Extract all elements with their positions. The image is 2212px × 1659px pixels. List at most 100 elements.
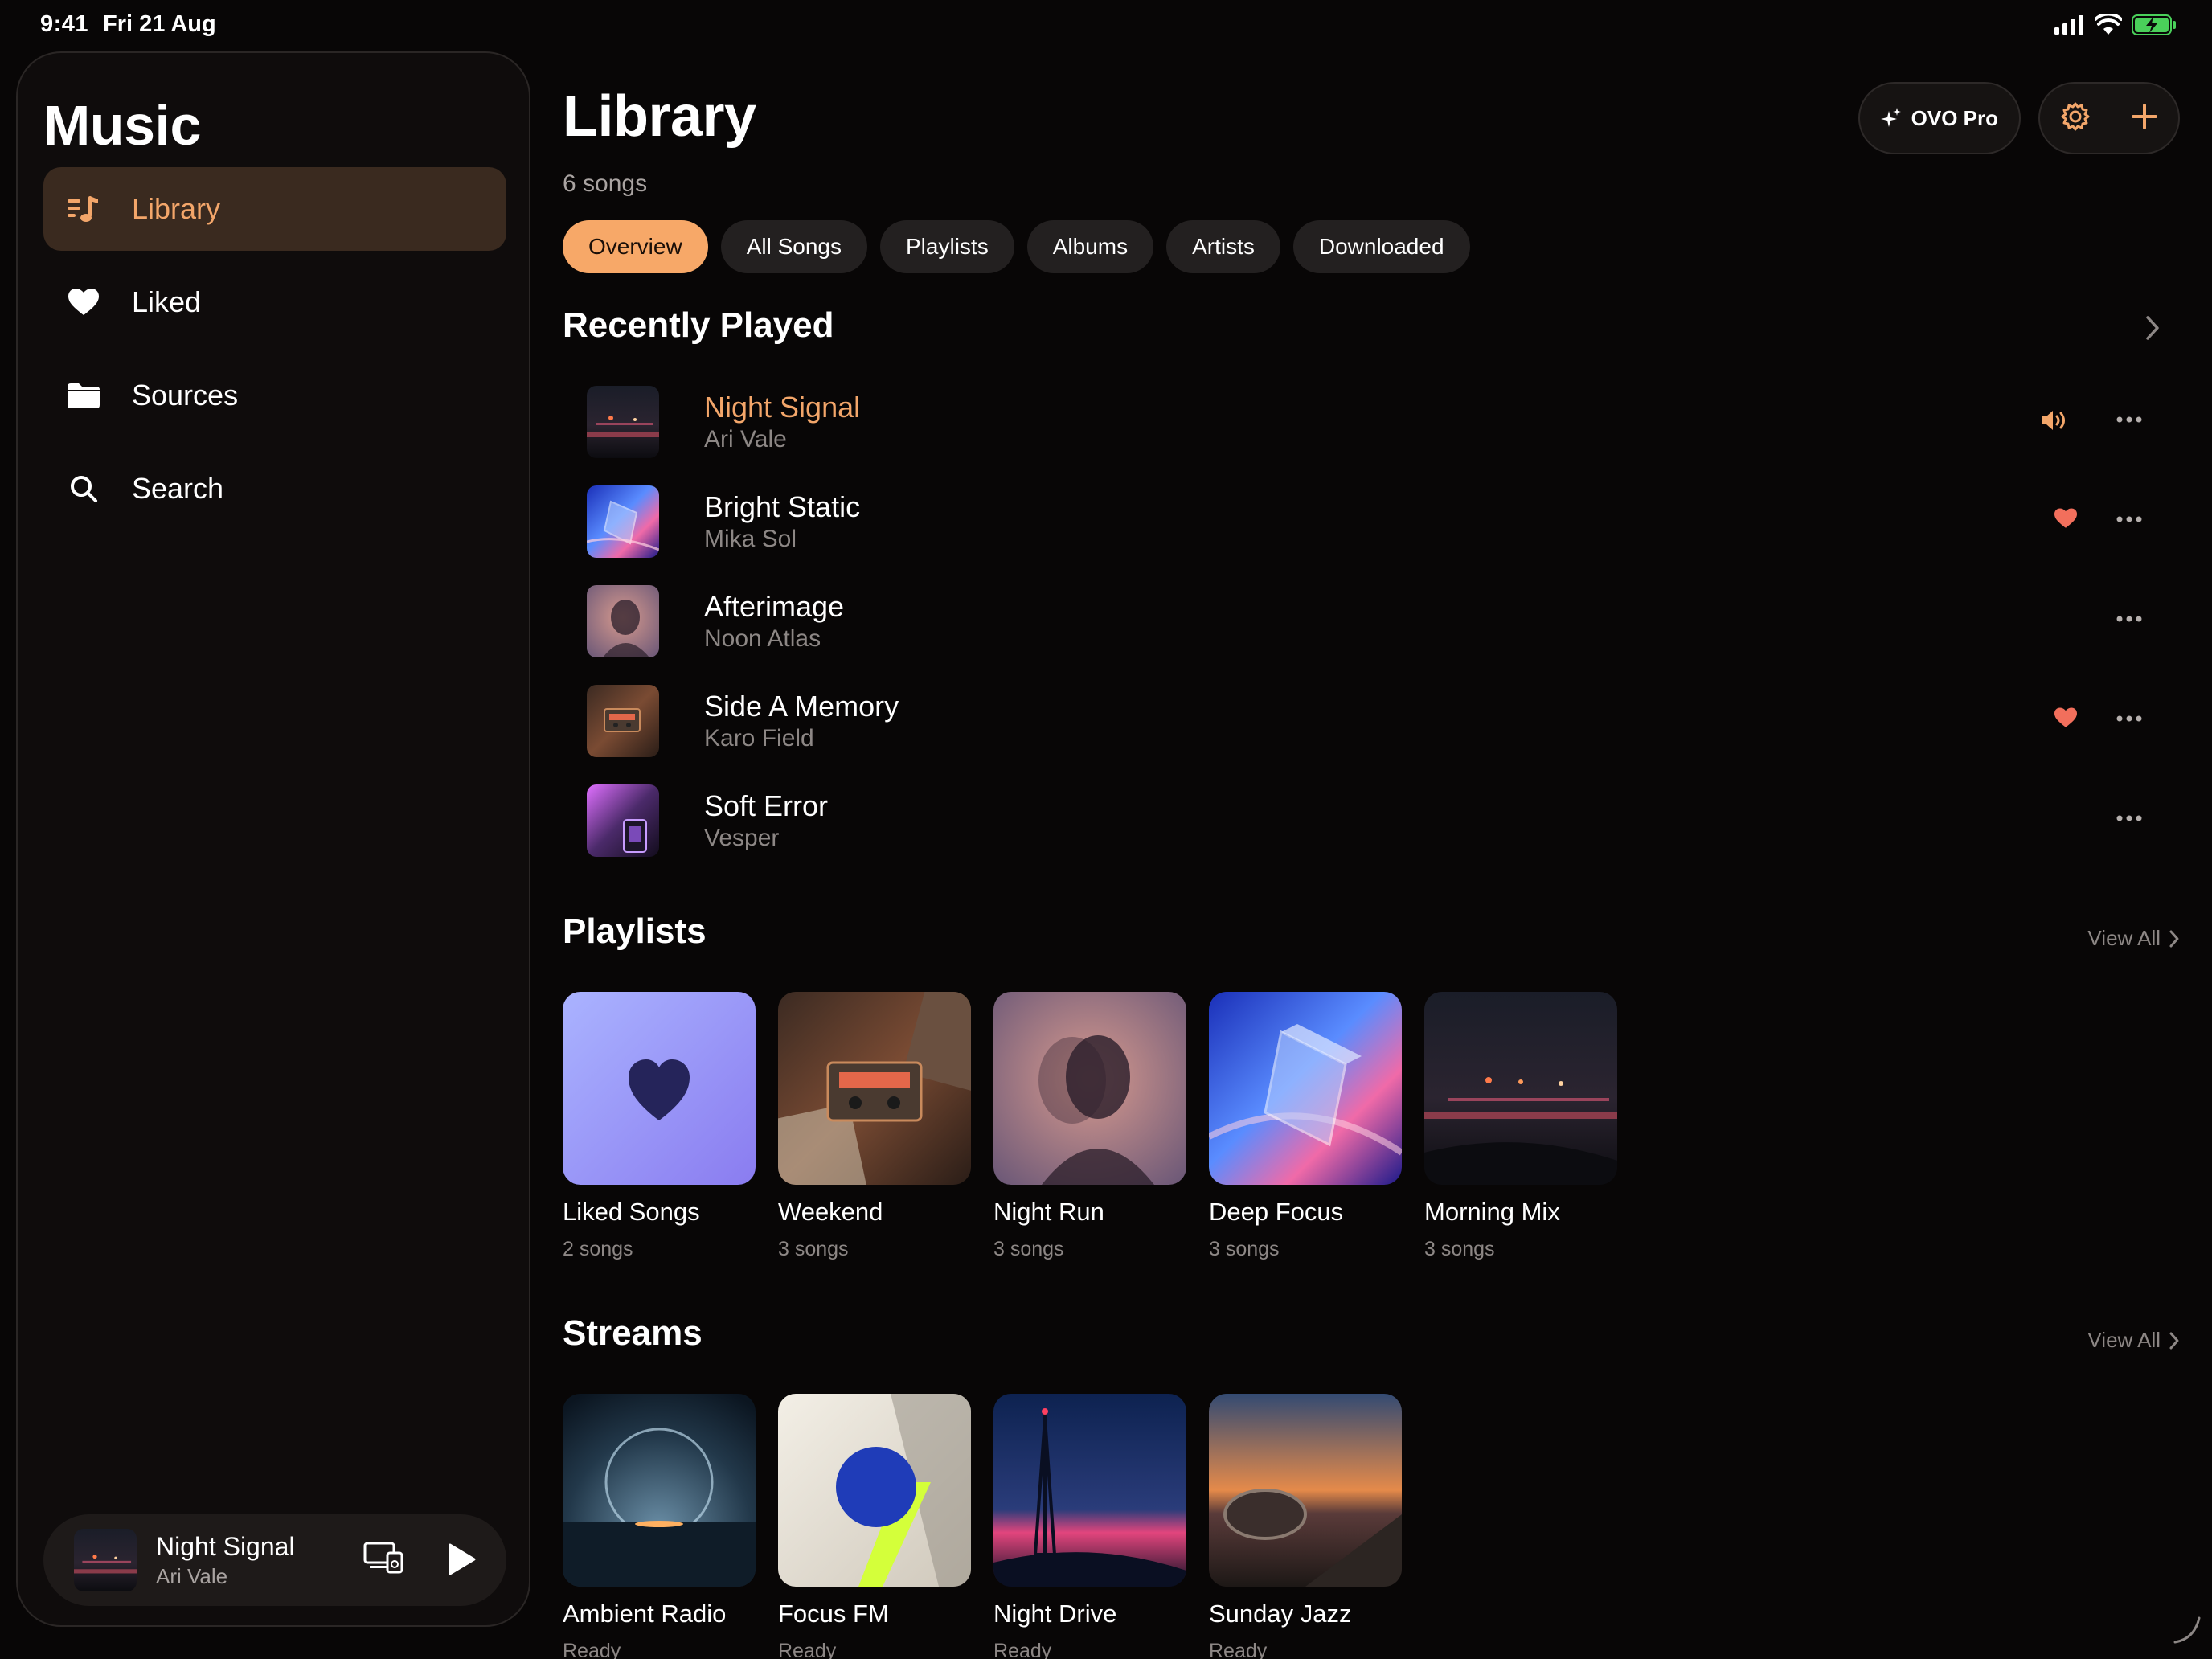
stream-title: Ambient Radio xyxy=(563,1600,727,1628)
playlists-heading: Playlists xyxy=(563,911,707,951)
search-icon xyxy=(64,469,103,508)
stream-card[interactable]: Night Drive Ready xyxy=(993,1394,1186,1659)
sidebar-item-search[interactable]: Search xyxy=(43,447,506,530)
stream-artwork xyxy=(993,1394,1186,1587)
speaker-icon xyxy=(2040,408,2071,436)
stream-title: Night Drive xyxy=(993,1600,1117,1628)
stream-title: Focus FM xyxy=(778,1600,889,1628)
playlist-count: 3 songs xyxy=(778,1238,849,1260)
tab-downloaded[interactable]: Downloaded xyxy=(1292,220,1470,273)
playlist-title: Weekend xyxy=(778,1198,883,1226)
sidebar-item-label: Sources xyxy=(132,379,239,412)
sidebar-nav: Library Liked Sources Search xyxy=(43,167,506,540)
playlist-artwork xyxy=(993,992,1186,1185)
playlist-artwork xyxy=(778,992,971,1185)
playlist-artwork xyxy=(1209,992,1402,1185)
ovo-pro-label: OVO Pro xyxy=(1911,105,1998,130)
playlist-artwork xyxy=(1424,992,1617,1185)
song-title: Soft Error xyxy=(704,789,829,822)
more-icon[interactable] xyxy=(2116,712,2143,727)
sidebar-item-library[interactable]: Library xyxy=(43,167,506,251)
mini-player-title: Night Signal xyxy=(156,1532,295,1561)
devices-icon[interactable] xyxy=(363,1542,403,1578)
folder-icon xyxy=(64,376,103,415)
view-all-label: View All xyxy=(2087,926,2161,950)
list-item[interactable]: Bright Static Mika Sol xyxy=(587,473,2154,572)
stream-title: Sunday Jazz xyxy=(1209,1600,1352,1628)
list-item[interactable]: Soft Error Vesper xyxy=(587,772,2154,871)
more-icon[interactable] xyxy=(2116,812,2143,826)
song-artist: Karo Field xyxy=(704,725,814,752)
sidebar-item-sources[interactable]: Sources xyxy=(43,354,506,437)
tab-all-songs[interactable]: All Songs xyxy=(720,220,867,273)
playlist-count: 3 songs xyxy=(1424,1238,1495,1260)
sidebar-item-label: Library xyxy=(132,192,221,225)
playlists-view-all[interactable]: View All xyxy=(2087,926,2180,951)
tab-albums[interactable]: Albums xyxy=(1026,220,1154,273)
sidebar: Music Library Liked Sources Search Night… xyxy=(16,51,530,1627)
more-icon[interactable] xyxy=(2116,612,2143,627)
more-icon[interactable] xyxy=(2116,513,2143,527)
stream-status: Ready xyxy=(563,1640,621,1659)
song-artwork xyxy=(587,585,659,657)
song-artwork xyxy=(587,485,659,558)
play-button[interactable] xyxy=(447,1543,476,1579)
playlist-card[interactable]: Weekend 3 songs xyxy=(778,992,971,1261)
playlist-card[interactable]: Morning Mix 3 songs xyxy=(1424,992,1617,1261)
stream-artwork xyxy=(1209,1394,1402,1587)
list-item[interactable]: Night Signal Ari Vale xyxy=(587,373,2154,473)
status-date: Fri 21 Aug xyxy=(103,11,216,37)
sidebar-title: Music xyxy=(43,94,201,157)
status-bar: 9:41 Fri 21 Aug xyxy=(0,0,2212,51)
more-icon[interactable] xyxy=(2116,413,2143,428)
stream-status: Ready xyxy=(778,1640,837,1659)
stream-card[interactable]: Ambient Radio Ready xyxy=(563,1394,756,1659)
sidebar-item-liked[interactable]: Liked xyxy=(43,260,506,344)
stream-artwork xyxy=(563,1394,756,1587)
playlist-title: Morning Mix xyxy=(1424,1198,1560,1226)
song-title: Night Signal xyxy=(704,391,861,424)
tab-overview[interactable]: Overview xyxy=(563,220,708,273)
resize-handle-icon[interactable] xyxy=(2170,1613,2202,1649)
heart-icon xyxy=(64,283,103,322)
song-title: Afterimage xyxy=(704,590,845,623)
battery-charging-icon xyxy=(2132,14,2176,35)
stream-status: Ready xyxy=(1209,1640,1268,1659)
mini-player[interactable]: Night Signal Ari Vale xyxy=(43,1514,506,1606)
song-artwork xyxy=(587,386,659,458)
tab-artists[interactable]: Artists xyxy=(1166,220,1280,273)
song-artist: Ari Vale xyxy=(704,426,787,453)
ovo-pro-button[interactable]: OVO Pro xyxy=(1858,82,2021,154)
mini-player-artwork xyxy=(74,1529,137,1591)
chevron-right-icon xyxy=(2169,930,2179,947)
streams-row: Ambient Radio Ready Focus FM Ready Night… xyxy=(563,1394,1402,1659)
tab-playlists[interactable]: Playlists xyxy=(880,220,1014,273)
song-count: 6 songs xyxy=(563,170,648,197)
stream-status: Ready xyxy=(993,1640,1052,1659)
mini-player-artist: Ari Vale xyxy=(156,1564,228,1588)
streams-heading: Streams xyxy=(563,1313,703,1353)
recently-played-heading: Recently Played xyxy=(563,305,834,345)
gear-icon[interactable] xyxy=(2060,101,2091,136)
song-artist: Vesper xyxy=(704,825,780,851)
playlist-title: Deep Focus xyxy=(1209,1198,1344,1226)
music-list-icon xyxy=(64,190,103,228)
stream-card[interactable]: Focus FM Ready xyxy=(778,1394,971,1659)
playlist-card[interactable]: Deep Focus 3 songs xyxy=(1209,992,1402,1261)
playlist-card[interactable]: Liked Songs 2 songs xyxy=(563,992,756,1261)
song-title: Bright Static xyxy=(704,490,861,523)
sidebar-item-label: Search xyxy=(132,472,224,505)
chevron-right-icon[interactable] xyxy=(2144,315,2161,345)
view-all-label: View All xyxy=(2087,1328,2161,1352)
streams-view-all[interactable]: View All xyxy=(2087,1328,2180,1353)
playlist-artwork xyxy=(563,992,756,1185)
list-item[interactable]: Side A Memory Karo Field xyxy=(587,672,2154,772)
song-artwork xyxy=(587,784,659,857)
heart-icon[interactable] xyxy=(2054,508,2077,533)
playlist-card[interactable]: Night Run 3 songs xyxy=(993,992,1186,1261)
playlist-title: Night Run xyxy=(993,1198,1104,1226)
add-icon[interactable] xyxy=(2131,103,2158,134)
stream-card[interactable]: Sunday Jazz Ready xyxy=(1209,1394,1402,1659)
heart-icon[interactable] xyxy=(2054,707,2077,732)
list-item[interactable]: Afterimage Noon Atlas xyxy=(587,572,2154,672)
